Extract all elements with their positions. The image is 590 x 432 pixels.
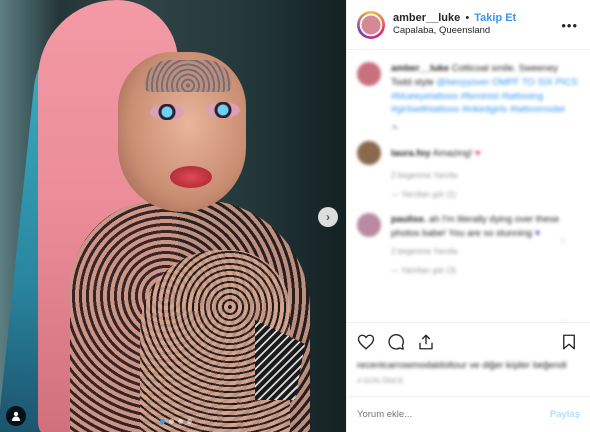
share-icon[interactable] [417,333,435,351]
carousel-dot [187,419,192,424]
comment: paulise. ah I'm literally dying over the… [357,213,580,241]
lips [170,166,212,188]
post-timestamp: 4 GÜN ÖNCE [357,376,404,385]
instagram-post: › amber__luke • Takip Et Capalaba, Queen… [0,0,590,432]
comment-author[interactable]: laura.foy [391,148,431,159]
caption-meta [391,123,580,133]
heart-icon[interactable] [357,333,375,351]
comment-text: Amazing! [432,148,473,160]
comment-meta[interactable]: 2 begenme Yanıtla [391,247,580,256]
avatar[interactable] [357,141,381,166]
caption: amber__luke Cotticoal smile. Sweeney Tod… [357,62,580,117]
comment-input[interactable] [357,409,527,420]
username-link[interactable]: amber__luke [393,12,460,24]
carousel-dot [169,419,174,424]
comment-like-icon[interactable]: ♡ [560,236,568,247]
more-options-icon[interactable]: ••• [561,18,578,33]
carousel-dot [178,419,183,424]
comment-meta[interactable]: 2 begenme Yanıtla [391,171,580,180]
location-link[interactable]: Capalaba, Queensland [393,25,516,37]
comment-author[interactable]: paulise. [391,214,426,225]
bookmark-icon[interactable] [560,333,578,351]
post-header: amber__luke • Takip Et Capalaba, Queensl… [347,0,590,50]
post-photo[interactable]: › [0,0,346,432]
separator: • [465,11,470,24]
forehead-tattoo [144,60,232,92]
heart-emoji: ♥ [534,227,541,239]
comment-author[interactable]: amber__luke [391,63,449,74]
next-image-button[interactable]: › [318,207,338,227]
heart-emoji: ♥ [474,148,481,160]
chevron-right-icon: › [326,210,330,224]
user-icon [12,411,20,421]
avatar[interactable] [357,10,385,39]
post-side-panel: amber__luke • Takip Et Capalaba, Queensl… [346,0,590,432]
avatar[interactable] [357,62,381,86]
carousel-dot [160,419,165,424]
user-tag-button[interactable] [6,406,26,426]
action-bar [347,322,590,360]
likes-summary[interactable]: recentcarrowmodaldoltour ve diğer kişile… [347,360,590,374]
view-replies-link[interactable]: — Yanıtları gör (1) [391,190,580,199]
comment: laura.foy Amazing! ♥ [357,141,580,166]
add-comment-bar: Paylaş [347,396,590,432]
left-eye [150,104,184,120]
post-comment-button[interactable]: Paylaş [550,409,580,420]
view-replies-link[interactable]: — Yanıtları gör (3) [391,266,580,275]
follow-button[interactable]: Takip Et [474,12,516,24]
comments-area: amber__luke Cotticoal smile. Sweeney Tod… [347,50,590,322]
avatar[interactable] [357,213,381,238]
reply-icon[interactable] [391,123,399,131]
right-eye [206,102,240,118]
comment-icon[interactable] [387,333,405,351]
carousel-dots [160,419,192,424]
